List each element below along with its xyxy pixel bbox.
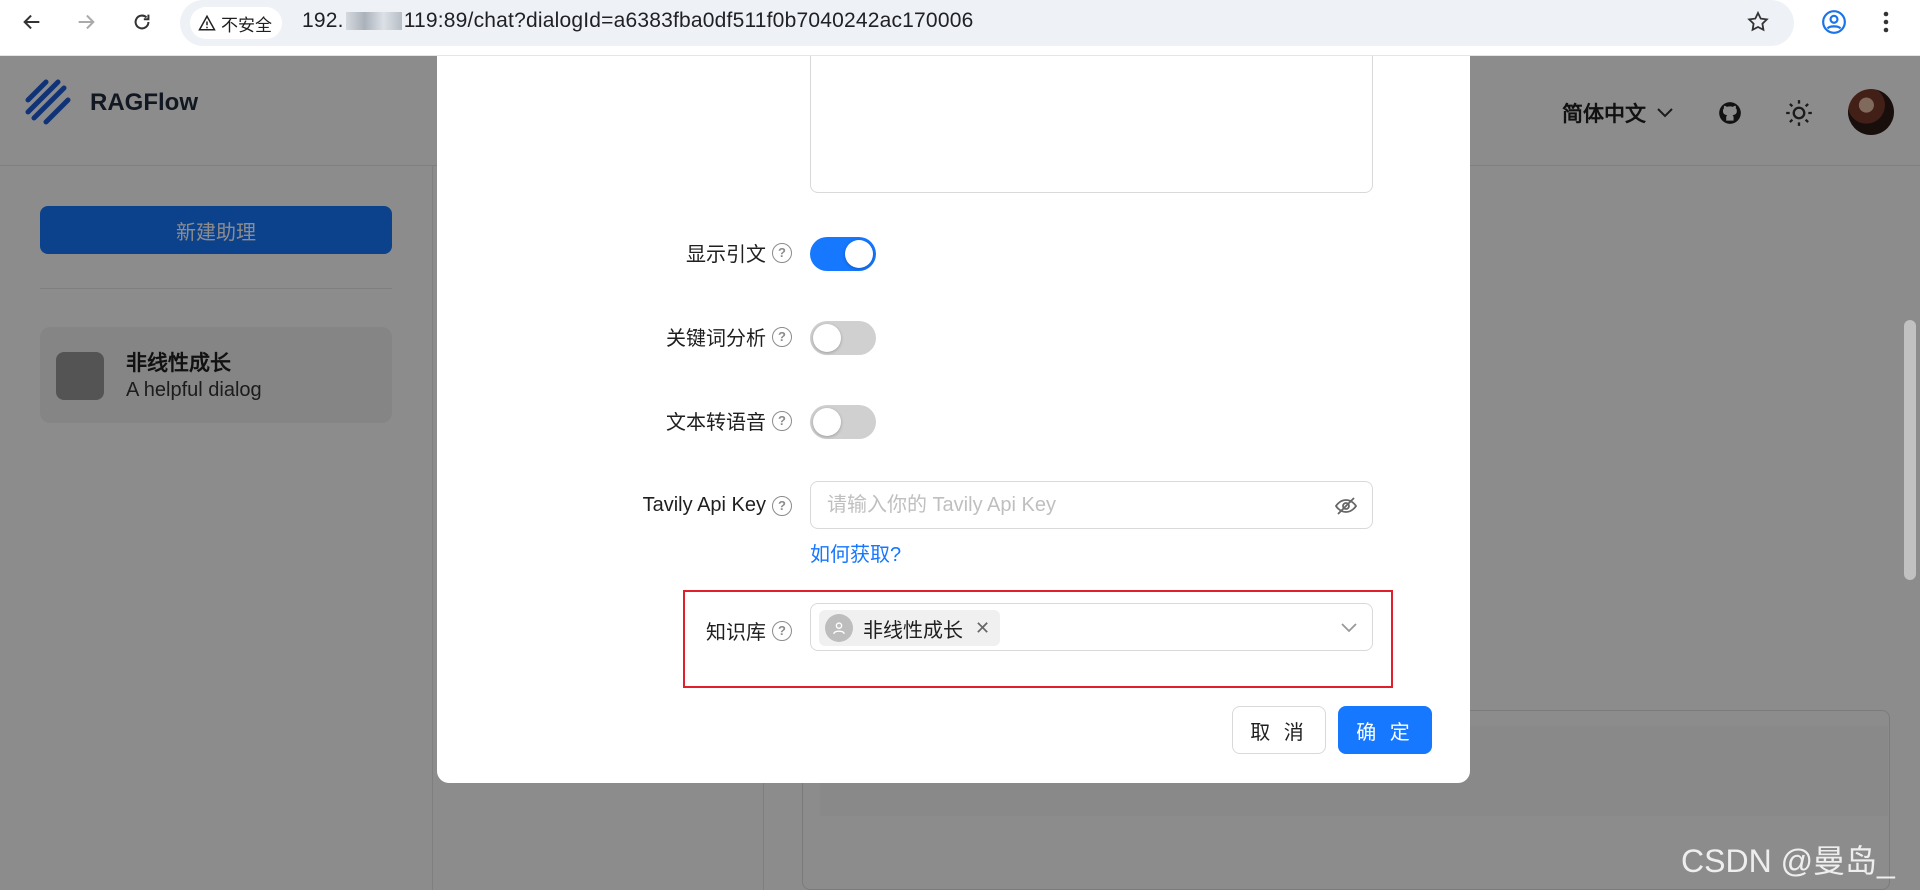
redacted-ip xyxy=(345,12,402,31)
page-scrollbar[interactable] xyxy=(1904,320,1916,580)
switch-knob xyxy=(813,324,841,352)
tavily-api-key-input[interactable] xyxy=(827,482,1307,528)
user-icon xyxy=(825,614,853,642)
knowledge-base-tag: 非线性成长 ✕ xyxy=(819,610,1001,646)
watermark-text: CSDN @曼岛_ xyxy=(1681,843,1895,879)
site-security-chip[interactable]: 不安全 xyxy=(190,7,282,39)
ok-button[interactable]: 确 定 xyxy=(1338,706,1432,754)
switch-knob xyxy=(813,408,841,436)
browser-menu-icon[interactable] xyxy=(1872,8,1900,36)
help-question-icon[interactable]: ? xyxy=(772,410,792,431)
reload-icon[interactable] xyxy=(128,8,156,36)
tavily-api-key-label: Tavily Api Key ? xyxy=(643,494,792,517)
knowledge-base-select[interactable]: 非线性成长 ✕ xyxy=(810,603,1373,651)
keyword-analysis-switch[interactable] xyxy=(810,321,876,355)
knowledge-base-tag-label: 非线性成长 xyxy=(863,619,963,642)
show-quote-label: 显示引文 ? xyxy=(686,238,792,267)
help-question-icon[interactable]: ? xyxy=(772,326,792,347)
tts-switch[interactable] xyxy=(810,405,876,439)
tts-label: 文本转语音 ? xyxy=(666,406,792,435)
help-question-icon[interactable]: ? xyxy=(772,242,792,263)
remove-tag-close-icon[interactable]: ✕ xyxy=(975,618,990,639)
help-question-icon[interactable]: ? xyxy=(772,620,792,641)
help-question-icon[interactable]: ? xyxy=(772,495,792,516)
textarea-field[interactable] xyxy=(810,56,1373,193)
forward-icon[interactable] xyxy=(72,8,100,36)
show-quote-switch[interactable] xyxy=(810,237,876,271)
chevron-down-icon[interactable] xyxy=(1340,618,1358,636)
tavily-api-key-field[interactable] xyxy=(810,481,1373,529)
back-icon[interactable] xyxy=(18,8,46,36)
bookmark-star-icon[interactable] xyxy=(1744,8,1772,36)
eye-invisible-icon[interactable] xyxy=(1334,494,1358,518)
insecure-label: 不安全 xyxy=(221,15,272,35)
browser-toolbar: 不安全 192. 119:89/chat?dialogId=a6383fba0df… xyxy=(0,0,1920,56)
knowledge-base-label: 知识库 ? xyxy=(706,616,792,645)
url-text[interactable]: 192. 119:89/chat?dialogId=a6383fba0df511f… xyxy=(302,9,973,33)
profile-icon[interactable] xyxy=(1820,8,1848,36)
keyword-analysis-label: 关键词分析 ? xyxy=(666,322,792,351)
how-to-get-link[interactable]: 如何获取? xyxy=(810,538,901,567)
warning-icon xyxy=(198,14,216,31)
switch-knob xyxy=(845,240,873,268)
cancel-button[interactable]: 取 消 xyxy=(1232,706,1326,754)
